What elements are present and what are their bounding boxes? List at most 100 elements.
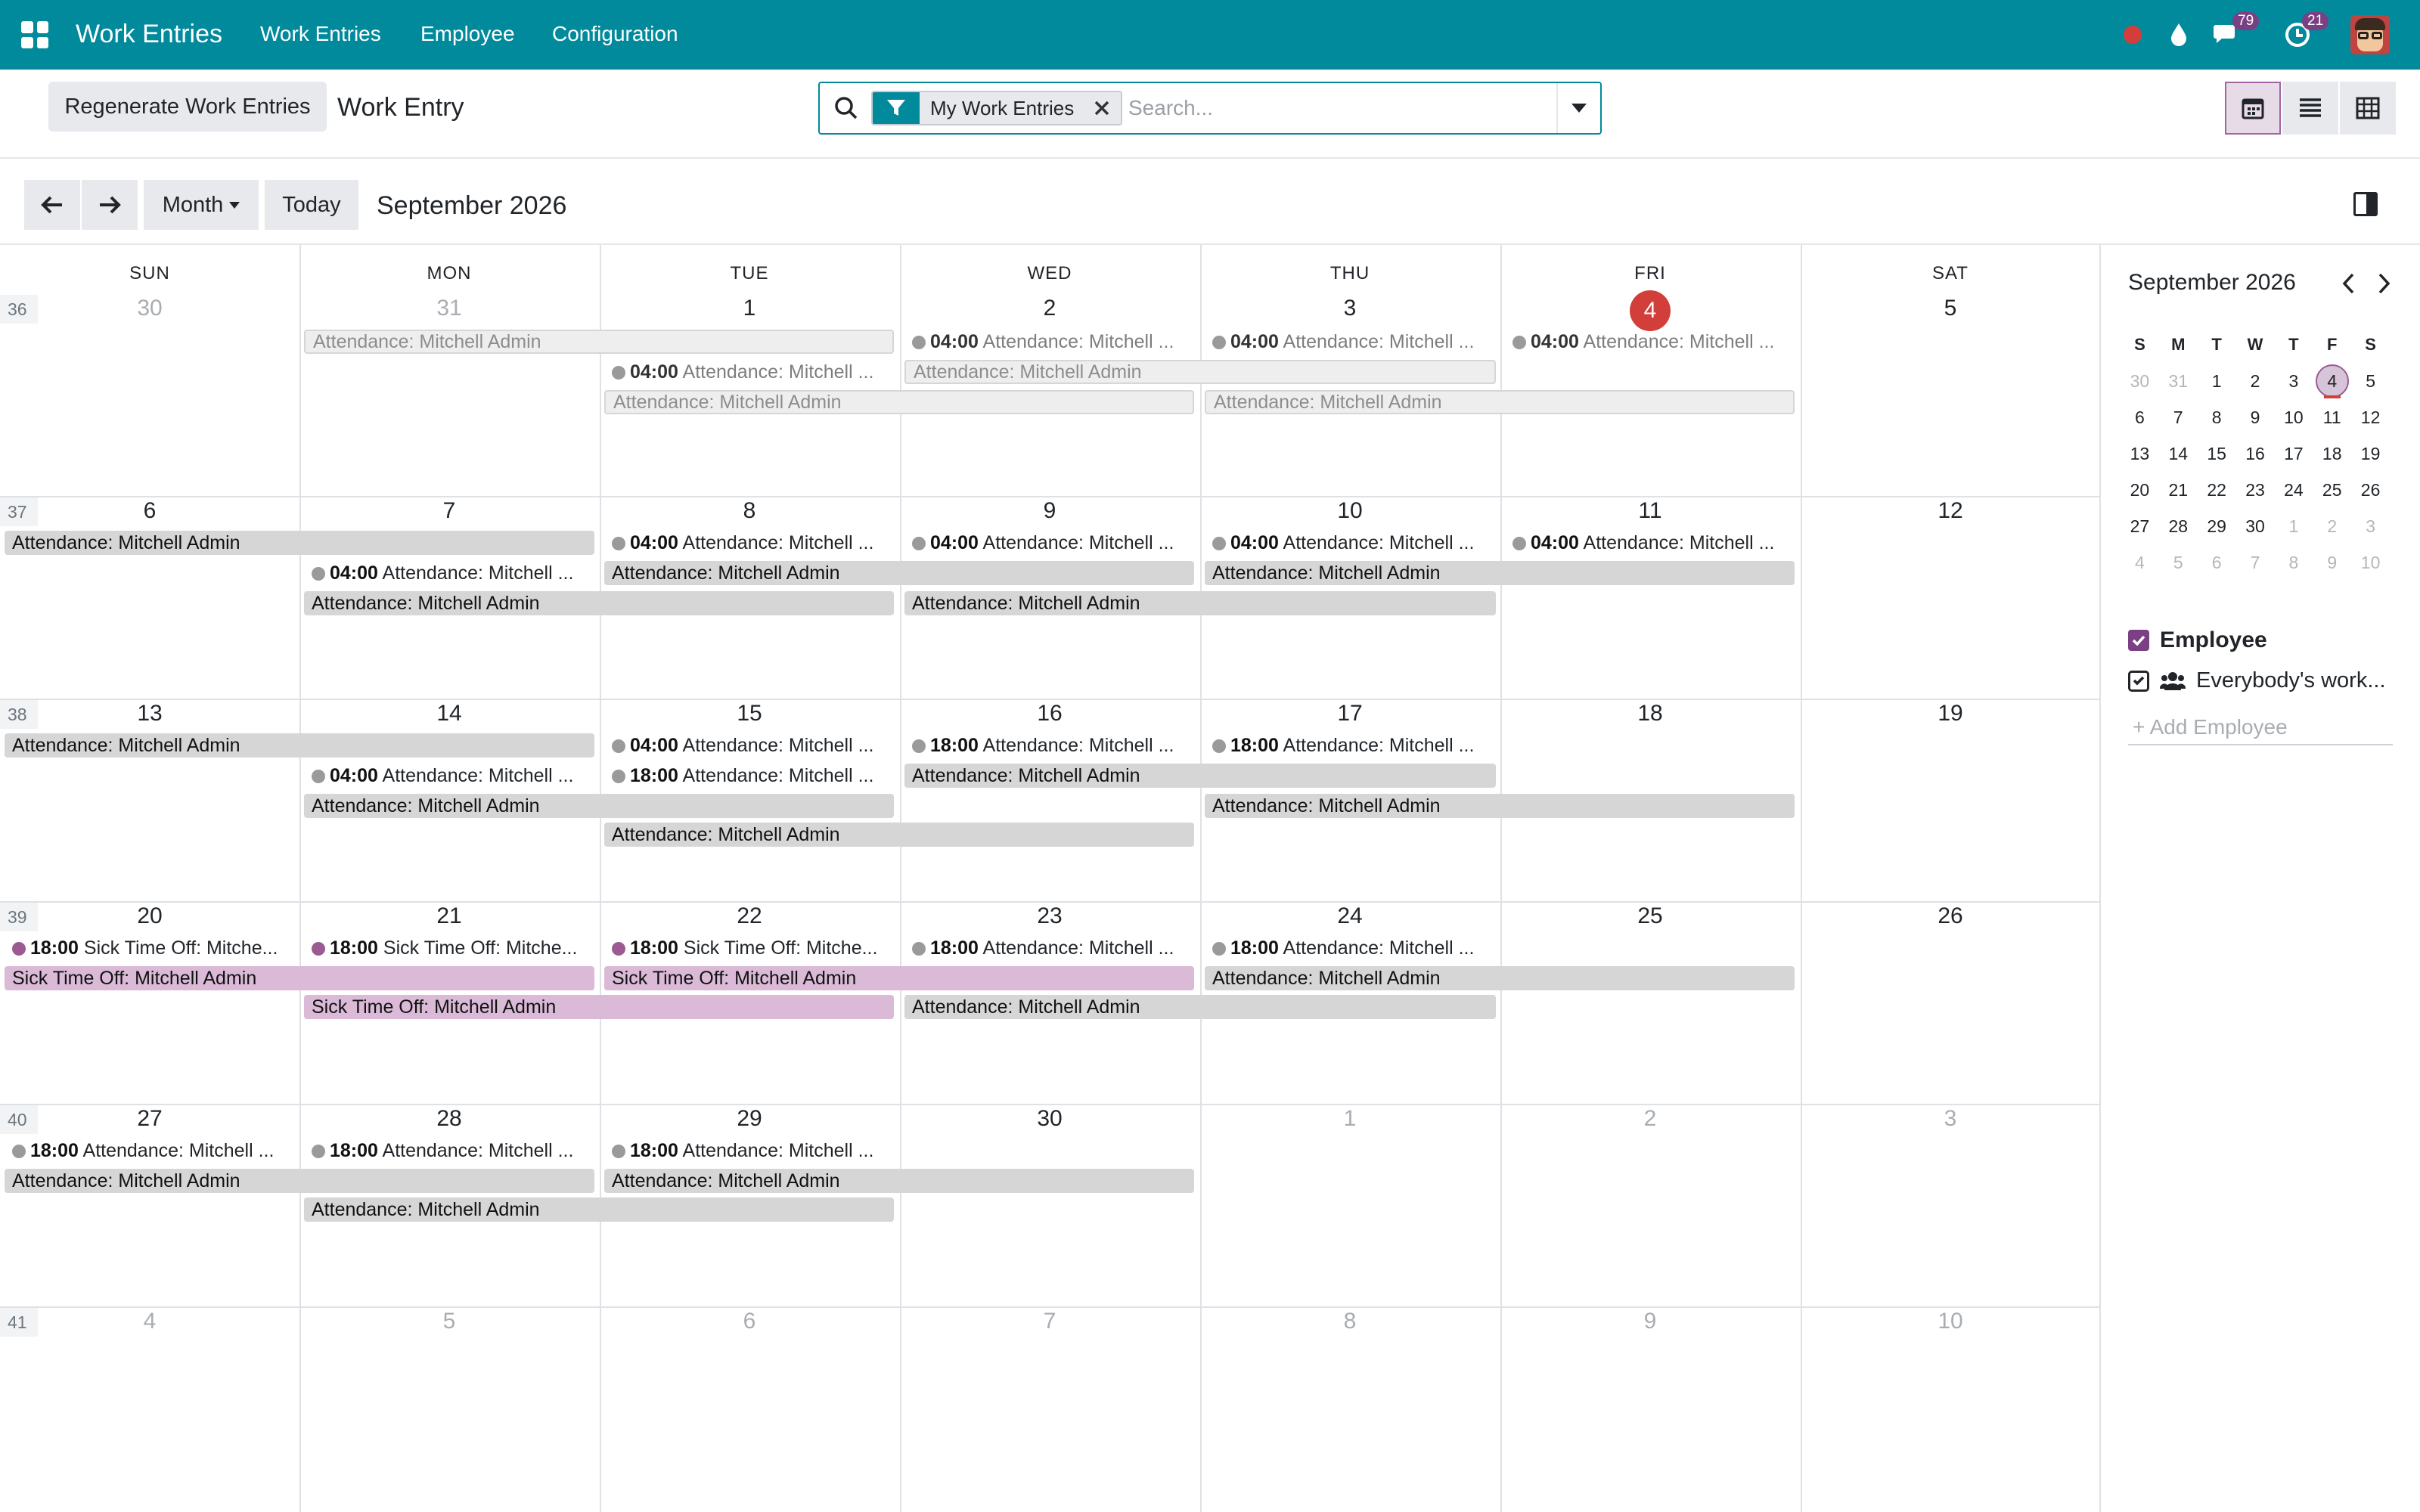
calendar-event[interactable]: 04:00 Attendance: Mitchell ... [604, 360, 895, 384]
calendar-event[interactable]: Attendance: Mitchell Admin [1205, 390, 1795, 414]
mini-day[interactable]: 17 [2274, 435, 2313, 472]
calendar-event[interactable]: Sick Time Off: Mitchell Admin [604, 966, 1194, 990]
search-bar[interactable]: My Work Entries [818, 82, 1602, 135]
mini-day[interactable]: 8 [2274, 544, 2313, 581]
previous-period-button[interactable] [24, 180, 80, 230]
calendar-event[interactable]: Attendance: Mitchell Admin [5, 733, 594, 758]
calendar-event[interactable]: Attendance: Mitchell Admin [1205, 561, 1795, 585]
calendar-event[interactable]: 04:00 Attendance: Mitchell ... [304, 561, 594, 585]
droplet-icon[interactable] [2167, 18, 2190, 51]
mini-day[interactable]: 23 [2236, 472, 2275, 508]
mini-day[interactable]: 2 [2236, 363, 2275, 399]
day-number[interactable]: 3 [1801, 1104, 2100, 1134]
day-number[interactable]: 31 [299, 293, 599, 324]
day-number[interactable]: 7 [900, 1306, 1199, 1337]
day-number[interactable]: 30 [0, 293, 299, 324]
day-number[interactable]: 22 [600, 901, 899, 931]
mini-day[interactable]: 21 [2159, 472, 2198, 508]
mini-day[interactable]: 10 [2274, 399, 2313, 435]
day-number[interactable]: 6 [0, 496, 299, 526]
mini-day[interactable]: 6 [2121, 399, 2159, 435]
mini-day[interactable]: 24 [2274, 472, 2313, 508]
mini-day[interactable]: 11 [2313, 399, 2351, 435]
calendar-event[interactable]: 04:00 Attendance: Mitchell ... [1505, 531, 1795, 555]
calendar-event[interactable]: 04:00 Attendance: Mitchell ... [1205, 531, 1495, 555]
today-button[interactable]: Today [265, 180, 358, 230]
day-number[interactable]: 3 [1200, 293, 1500, 324]
day-number[interactable]: 2 [900, 293, 1199, 324]
add-employee-input[interactable]: + Add Employee [2128, 712, 2393, 745]
calendar-event[interactable]: Attendance: Mitchell Admin [5, 1169, 594, 1193]
calendar-event[interactable]: 04:00 Attendance: Mitchell ... [1205, 330, 1495, 354]
chat-icon[interactable]: 79 [2213, 12, 2260, 51]
mini-day[interactable]: 4 [2121, 544, 2159, 581]
day-number[interactable]: 19 [1801, 699, 2100, 729]
day-number[interactable]: 16 [900, 699, 1199, 729]
mini-day[interactable]: 30 [2121, 363, 2159, 399]
toggle-side-panel-icon[interactable] [2353, 192, 2378, 216]
day-number[interactable]: 10 [1200, 496, 1500, 526]
employee-filter-checkbox[interactable] [2128, 630, 2149, 651]
mini-day[interactable]: 8 [2198, 399, 2236, 435]
day-number[interactable]: 30 [900, 1104, 1199, 1134]
day-number[interactable]: 2 [1500, 1104, 1800, 1134]
calendar-event[interactable]: 04:00 Attendance: Mitchell ... [904, 531, 1195, 555]
day-number[interactable]: 29 [600, 1104, 899, 1134]
day-number[interactable]: 1 [600, 293, 899, 324]
day-number[interactable]: 8 [1200, 1306, 1500, 1337]
menu-configuration[interactable]: Configuration [552, 20, 678, 48]
day-number[interactable]: 27 [0, 1104, 299, 1134]
mini-day[interactable]: 22 [2198, 472, 2236, 508]
calendar-event[interactable]: 18:00 Attendance: Mitchell ... [1205, 733, 1495, 758]
day-number[interactable]: 25 [1500, 901, 1800, 931]
mini-day[interactable]: 3 [2274, 363, 2313, 399]
view-list-button[interactable] [2282, 82, 2338, 135]
calendar-event[interactable]: 04:00 Attendance: Mitchell ... [604, 733, 895, 758]
mini-day[interactable]: 29 [2198, 508, 2236, 544]
calendar-event[interactable]: Attendance: Mitchell Admin [304, 1198, 894, 1222]
calendar-event[interactable]: 18:00 Attendance: Mitchell ... [5, 1139, 295, 1163]
filter-everybody[interactable]: Everybody's work... [2128, 668, 2393, 693]
mini-day[interactable]: 27 [2121, 508, 2159, 544]
next-period-button[interactable] [82, 180, 138, 230]
day-number[interactable]: 13 [0, 699, 299, 729]
mini-day[interactable]: 28 [2159, 508, 2198, 544]
mini-day[interactable]: 16 [2236, 435, 2275, 472]
calendar-event[interactable]: Attendance: Mitchell Admin [604, 1169, 1194, 1193]
calendar-event[interactable]: Attendance: Mitchell Admin [604, 390, 1194, 414]
day-number[interactable]: 28 [299, 1104, 599, 1134]
search-facet-my-work-entries[interactable]: My Work Entries [871, 91, 1123, 125]
day-number[interactable]: 5 [1801, 293, 2100, 324]
calendar-event[interactable]: Attendance: Mitchell Admin [904, 591, 1496, 615]
mini-day[interactable]: 18 [2313, 435, 2351, 472]
day-number[interactable]: 7 [299, 496, 599, 526]
mini-day[interactable]: 19 [2351, 435, 2390, 472]
calendar-event[interactable]: 04:00 Attendance: Mitchell ... [304, 764, 594, 788]
calendar-event[interactable]: Sick Time Off: Mitchell Admin [5, 966, 594, 990]
calendar-event[interactable]: 18:00 Sick Time Off: Mitche... [5, 936, 295, 960]
mini-day[interactable]: 2 [2313, 508, 2351, 544]
mini-day[interactable]: 7 [2159, 399, 2198, 435]
calendar-event[interactable]: Attendance: Mitchell Admin [1205, 794, 1795, 818]
calendar-event[interactable]: Attendance: Mitchell Admin [304, 591, 894, 615]
calendar-event[interactable]: 18:00 Attendance: Mitchell ... [904, 936, 1195, 960]
mini-day[interactable]: 1 [2198, 363, 2236, 399]
mini-day[interactable]: 5 [2351, 363, 2390, 399]
day-number[interactable]: 24 [1200, 901, 1500, 931]
mini-day[interactable]: 13 [2121, 435, 2159, 472]
calendar-event[interactable]: Attendance: Mitchell Admin [1205, 966, 1795, 990]
mini-day[interactable]: 30 [2236, 508, 2275, 544]
mini-day[interactable]: 3 [2351, 508, 2390, 544]
remove-facet-close-icon[interactable] [1094, 100, 1110, 116]
calendar-event[interactable]: Attendance: Mitchell Admin [304, 330, 894, 354]
mini-calendar-prev-icon[interactable] [2340, 271, 2356, 301]
calendar-event[interactable]: Attendance: Mitchell Admin [904, 360, 1496, 384]
mini-day[interactable]: 25 [2313, 472, 2351, 508]
calendar-event[interactable]: 04:00 Attendance: Mitchell ... [604, 531, 895, 555]
day-number[interactable]: 21 [299, 901, 599, 931]
calendar-event[interactable]: Attendance: Mitchell Admin [904, 764, 1496, 788]
mini-day[interactable]: 12 [2351, 399, 2390, 435]
mini-day[interactable]: 15 [2198, 435, 2236, 472]
day-number[interactable]: 23 [900, 901, 1199, 931]
day-number[interactable]: 4 [0, 1306, 299, 1337]
